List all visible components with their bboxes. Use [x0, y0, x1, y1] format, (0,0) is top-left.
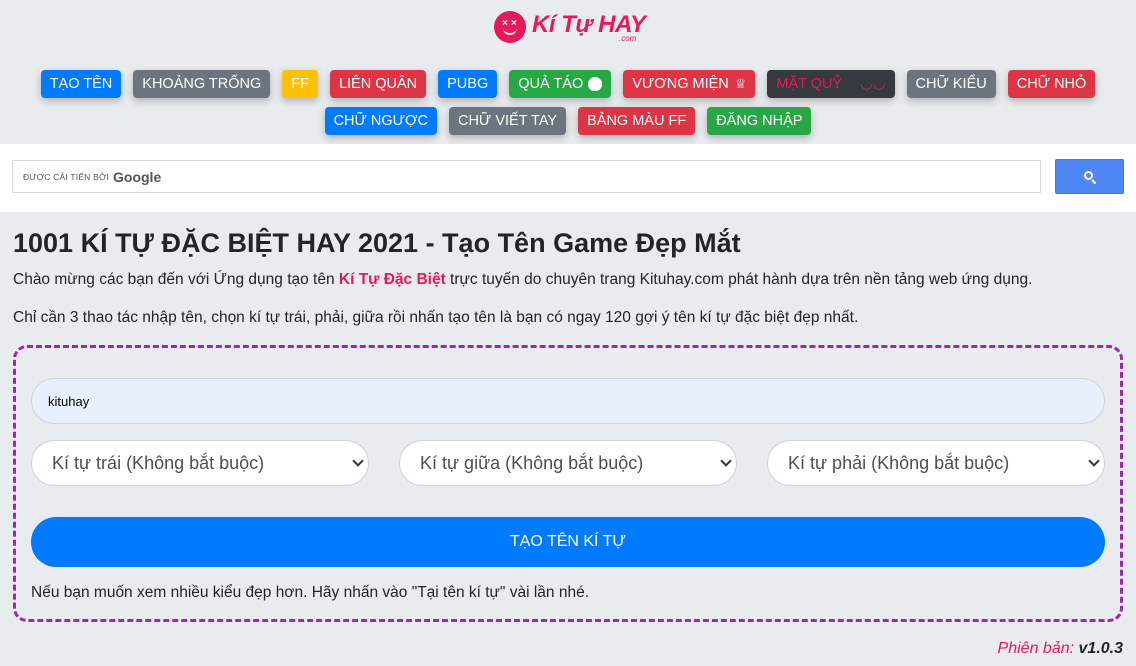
select-value: Kí tự phải (Không bắt buộc): [788, 452, 1010, 473]
instructions-text: Chỉ cần 3 thao tác nhập tên, chọn kí tự …: [13, 309, 859, 326]
search-icon: [1083, 170, 1096, 184]
nav-button-label: ĐĂNG NHẬP: [716, 113, 803, 129]
intro-text-start: Chào mừng các bạn đến với Ứng dụng tạo t…: [13, 271, 339, 288]
nav-button-qua-tao[interactable]: QUẢ TÁO: [509, 70, 612, 98]
page-title: 1001 KÍ TỰ ĐẶC BIỆT HAY 2021 - Tạo Tên G…: [13, 228, 741, 258]
nav-button-ff[interactable]: FF: [282, 70, 318, 98]
nav-button-label: PUBG: [447, 76, 489, 92]
logo-mouth: [503, 28, 517, 35]
hint-text: Nếu bạn muốn xem nhiều kiểu đẹp hơn. Hãy…: [31, 584, 590, 601]
nav-button-label: LIÊN QUÂN: [338, 76, 418, 92]
nav-button-label: MẶT QUỶ: [776, 76, 843, 92]
version-info: Phiên bản: v1.0.3: [998, 640, 1123, 658]
nav-button-label: TẠO TÊN: [49, 76, 113, 92]
nav-button-chu-nguoc[interactable]: CHỮ NGƯỢC: [324, 107, 437, 135]
right-character-select[interactable]: Kí tự phải (Không bắt buộc): [767, 440, 1105, 486]
nav-button-vuong-mien[interactable]: VƯƠNG MIỆN ♕: [623, 70, 756, 98]
site-header: × × Kí Tự HAY .com TẠO TÊN KHOẢNG TRỐNG …: [0, 0, 1136, 144]
google-logo: Google: [113, 168, 162, 185]
create-name-button[interactable]: TẠO TÊN KÍ TỰ: [31, 517, 1105, 567]
intro-highlight: Kí Tự Đặc Biệt: [338, 271, 446, 288]
chevron-down-icon: [352, 455, 364, 467]
nav-button-label: FF: [291, 76, 309, 92]
search-input[interactable]: ĐƯỢC CẢI TIẾN BỞI Google: [12, 160, 1041, 193]
nav-button-bang-mau-ff[interactable]: BẢNG MÀU FF: [578, 107, 696, 135]
search-button[interactable]: [1055, 159, 1124, 194]
left-character-select[interactable]: Kí tự trái (Không bắt buộc): [31, 440, 369, 486]
intro-text-end: trực tuyến do chuyên trang Kituhay.com p…: [445, 271, 1033, 288]
nav-button-label: VƯƠNG MIỆN: [632, 76, 729, 92]
nav-button-pubg[interactable]: PUBG: [438, 70, 498, 98]
nav-button-label: CHỮ NHỎ: [1016, 76, 1087, 92]
nav-button-label: BẢNG MÀU FF: [587, 113, 687, 129]
nav-row-primary: TẠO TÊN KHOẢNG TRỐNG FF LIÊN QUÂN PUBG Q…: [0, 70, 1136, 98]
nav-button-chu-nho[interactable]: CHỮ NHỎ: [1007, 70, 1096, 98]
nav-button-tao-ten[interactable]: TẠO TÊN: [40, 70, 122, 98]
nav-button-khoang-trong[interactable]: KHOẢNG TRỐNG: [133, 70, 271, 98]
apple-icon: [588, 77, 603, 91]
select-value: Kí tự trái (Không bắt buộc): [52, 452, 265, 473]
nav-button-lien-quan[interactable]: LIÊN QUÂN: [329, 70, 427, 98]
middle-character-select[interactable]: Kí tự giữa (Không bắt buộc): [399, 440, 737, 486]
site-logo[interactable]: × × Kí Tự HAY .com: [494, 9, 646, 45]
nav-button-mat-quy[interactable]: MẶT QUỶ ◡◡: [767, 70, 895, 98]
nav-button-label: KHOẢNG TRỐNG: [142, 76, 262, 92]
select-value: Kí tự giữa (Không bắt buộc): [420, 452, 644, 473]
demon-smile-icon: ◡◡: [860, 76, 886, 92]
crown-icon: ♕: [734, 76, 747, 91]
smiley-logo-icon: × ×: [494, 11, 526, 43]
nav-button-label: CHỮ KIỂU: [915, 76, 987, 92]
nav-button-chu-kieu[interactable]: CHỮ KIỂU: [906, 70, 996, 98]
logo-text-part1: Kí Tự: [532, 11, 599, 38]
nav-button-label: CHỮ VIẾT TAY: [457, 113, 558, 129]
chevron-down-icon: [1088, 455, 1100, 467]
powered-by-label: ĐƯỢC CẢI TIẾN BỞI: [23, 171, 110, 182]
version-number: v1.0.3: [1078, 640, 1123, 657]
nav-button-dang-nhap[interactable]: ĐĂNG NHẬP: [707, 107, 812, 135]
nav-row-secondary: CHỮ NGƯỢC CHỮ VIẾT TAY BẢNG MÀU FF ĐĂNG …: [0, 107, 1136, 135]
nav-button-label: QUẢ TÁO: [518, 76, 584, 92]
nav-button-chu-viet-tay[interactable]: CHỮ VIẾT TAY: [448, 107, 567, 135]
nav-button-label: CHỮ NGƯỢC: [333, 113, 428, 129]
chevron-down-icon: [720, 455, 732, 467]
logo-domain-suffix: .com: [619, 34, 637, 43]
search-bar-section: ĐƯỢC CẢI TIẾN BỞI Google: [0, 144, 1136, 212]
intro-text: Chào mừng các bạn đến với Ứng dụng tạo t…: [13, 271, 1032, 289]
version-label: Phiên bản:: [997, 640, 1075, 657]
name-input[interactable]: kituhay: [31, 378, 1105, 424]
